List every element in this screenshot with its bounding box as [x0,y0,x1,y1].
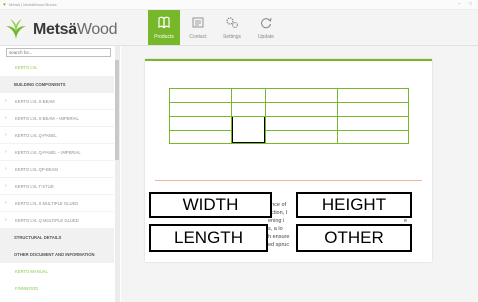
other-label-box: OTHER [296,224,412,252]
content-area: ance ofuction, Iening ies, a loh ensurer… [121,46,478,302]
sidebar-item[interactable]: › KERTO LVL S-BEAM [0,93,114,110]
sidebar-item-label: OTHER DOCUMENT AND INFORMATION [14,252,95,257]
leaf-logo-icon [6,19,26,39]
sidebar-item[interactable]: KERTO MANUAL [0,263,114,280]
maximize-button[interactable]: □ [469,2,472,7]
dimension-table [169,88,409,144]
brand-wordmark: MetsäWood [33,21,117,39]
nav-settings[interactable]: Settings [216,10,248,45]
table-row-line [169,102,409,103]
sidebar-item-label: KERTO LVL S-BEAM – IMPERIAL [15,116,79,121]
sidebar-item[interactable]: › KERTO LVL S-BEAM – IMPERIAL [0,110,114,127]
section-divider [155,180,422,181]
contact-card-icon [192,17,204,28]
table-row-line [169,116,409,117]
sidebar-item-label: KERTO LVL [15,65,38,70]
sidebar-item[interactable]: STRUCTURAL DETAILS [0,229,114,246]
nav-settings-label: Settings [222,34,242,40]
paragraph-line-text: h ensure [268,234,290,240]
sidebar-item-label: KERTO LVL S-BEAM [15,99,55,104]
window-title: Metsä | MetsäWood Books [9,2,57,7]
brand-word-wood: Wood [76,21,118,38]
table-black-cell [232,117,265,143]
gears-icon [226,17,238,28]
sidebar-item-label: KERTO MANUAL [15,269,48,274]
sidebar-item-label: KERTO LVL T-STUD [15,184,54,189]
minimize-button[interactable]: – [458,2,461,7]
refresh-icon [261,17,272,29]
nav-contact-label: Contact [189,34,207,40]
chevron-right-icon: › [5,217,7,223]
chevron-right-icon: › [5,98,7,104]
sidebar-item[interactable]: › KERTO LVL Q-PANEL [0,127,114,144]
brand-word-main: Metsä [33,21,77,38]
sidebar-item-label: STRUCTURAL DETAILS [14,235,62,240]
main-nav: Products Contact Settings Update [148,10,284,45]
paragraph-line-text: ed spruc [268,242,290,248]
sidebar-item-label: KERTO LVL Q-PANEL [15,133,57,138]
sidebar-item[interactable]: OTHER DOCUMENT AND INFORMATION [0,246,114,263]
app-header: MetsäWood Products Contact Settings Upda… [0,10,478,46]
height-label-box: HEIGHT [296,192,412,218]
sidebar-item[interactable]: BUILDING COMPONENTS [0,76,114,93]
table-col-line [265,88,266,144]
table-col-line [337,88,338,144]
table-row-line [169,130,409,131]
sidebar-item-label: KERTO LVL Q-PANEL – IMPERIAL [15,150,81,155]
sidebar-scroll-thumb[interactable] [115,60,119,160]
sidebar-item-label: BUILDING COMPONENTS [14,82,66,87]
metsawood-logo: MetsäWood [5,16,117,42]
sidebar-item[interactable]: › KERTO LVL QP-BEAM [0,161,114,178]
search-input[interactable] [6,48,111,57]
sidebar-item[interactable]: › KERTO LVL Q MULTIPLE GLUED [0,212,114,229]
chevron-right-icon: › [5,132,7,138]
length-label-box: LENGTH [149,224,268,252]
chevron-right-icon: › [5,115,7,121]
window-titlebar: ♥ Metsä | MetsäWood Books – □ [0,0,478,10]
nav-contact[interactable]: Contact [182,10,214,45]
sidebar-item[interactable]: › KERTO LVL Q-PANEL – IMPERIAL [0,144,114,161]
paragraph-line-text: ening i [268,218,285,224]
chevron-right-icon: › [5,149,7,155]
chevron-right-icon: › [5,166,7,172]
nav-update[interactable]: Update [250,10,282,45]
sidebar-item[interactable]: KERTO LVL [0,59,114,76]
sidebar-item-label: KERTO LVL S MULTIPLE GLUED [15,201,79,206]
sidebar-item-label: KERTO LVL Q MULTIPLE GLUED [15,218,79,223]
nav-update-label: Update [257,34,275,40]
nav-products-label: Products [154,34,174,40]
sidebar-item[interactable]: › KERTO LVL S MULTIPLE GLUED [0,195,114,212]
app-leaf-icon: ♥ [3,2,6,8]
sidebar-item[interactable]: › KERTO LVL T-STUD [0,178,114,195]
chevron-right-icon: › [5,200,7,206]
paragraph-line-text: s, a lo [268,226,283,232]
width-label-box: WIDTH [149,192,272,218]
chevron-right-icon: › [5,183,7,189]
sidebar: KERTO LVL BUILDING COMPONENTS › KERTO LVL S… [0,46,120,302]
nav-products[interactable]: Products [148,10,180,45]
sidebar-item-label: FINNWOOD [15,286,39,291]
book-icon [158,16,170,29]
sidebar-item[interactable]: FINNWOOD [0,280,114,297]
sidebar-item-label: KERTO LVL QP-BEAM [15,167,58,172]
page-accent-line [145,59,432,61]
